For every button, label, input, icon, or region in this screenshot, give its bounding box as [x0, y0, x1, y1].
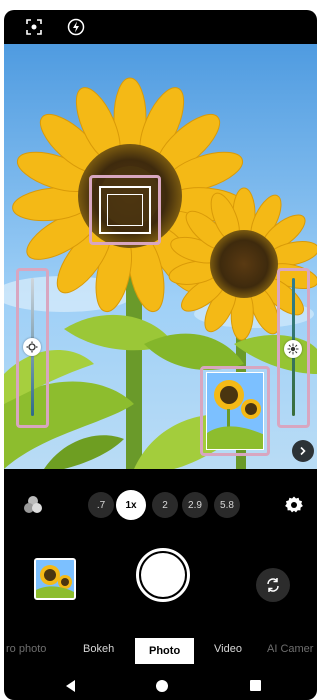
zoom-2[interactable]: 2: [152, 492, 178, 518]
focus-frame-inner: [107, 194, 143, 226]
mode-ai-camera[interactable]: AI Camer: [267, 643, 313, 655]
switch-camera-icon: [267, 578, 279, 592]
brightness-icon: [26, 341, 38, 353]
white-balance-icon: [287, 343, 299, 355]
chevron-right-icon: [300, 446, 306, 456]
zoom-row: .7 1x 2 2.9 5.8: [4, 488, 317, 524]
color-effects-icon[interactable]: [22, 494, 44, 516]
viewfinder[interactable]: [4, 44, 317, 469]
zoom-5.8[interactable]: 5.8: [214, 492, 240, 518]
camera-screen: .7 1x 2 2.9 5.8 ro photo Bokeh Photo Vid…: [0, 0, 321, 700]
back-icon[interactable]: [66, 680, 75, 692]
shutter-button[interactable]: [136, 548, 190, 602]
phone-screen: .7 1x 2 2.9 5.8 ro photo Bokeh Photo Vid…: [4, 10, 317, 700]
shutter-button-inner: [141, 553, 185, 597]
zoom-1x[interactable]: 1x: [116, 490, 146, 520]
more-settings-button[interactable]: [292, 440, 314, 462]
nav-bar: [4, 672, 317, 700]
flash-icon[interactable]: [64, 15, 88, 39]
last-photo-thumbnail[interactable]: [34, 558, 76, 600]
mode-photo[interactable]: Photo: [135, 638, 195, 664]
mini-preview[interactable]: [206, 372, 264, 450]
brightness-slider-knob[interactable]: [23, 338, 41, 356]
top-bar: [4, 10, 317, 44]
gear-icon[interactable]: [284, 495, 304, 515]
recents-icon[interactable]: [250, 680, 261, 691]
zoom-0.7[interactable]: .7: [88, 492, 114, 518]
mode-selector: ro photo Bokeh Photo Video AI Camer: [4, 638, 317, 668]
mode-pro-photo[interactable]: ro photo: [6, 643, 46, 655]
switch-camera-button[interactable]: [256, 568, 290, 602]
face-detect-icon[interactable]: [22, 15, 46, 39]
mode-video[interactable]: Video: [214, 643, 242, 655]
white-balance-slider-knob[interactable]: [284, 340, 302, 358]
home-icon[interactable]: [156, 680, 168, 692]
mode-bokeh[interactable]: Bokeh: [83, 643, 114, 655]
sunflower-scene: [4, 44, 317, 469]
zoom-2.9[interactable]: 2.9: [182, 492, 208, 518]
